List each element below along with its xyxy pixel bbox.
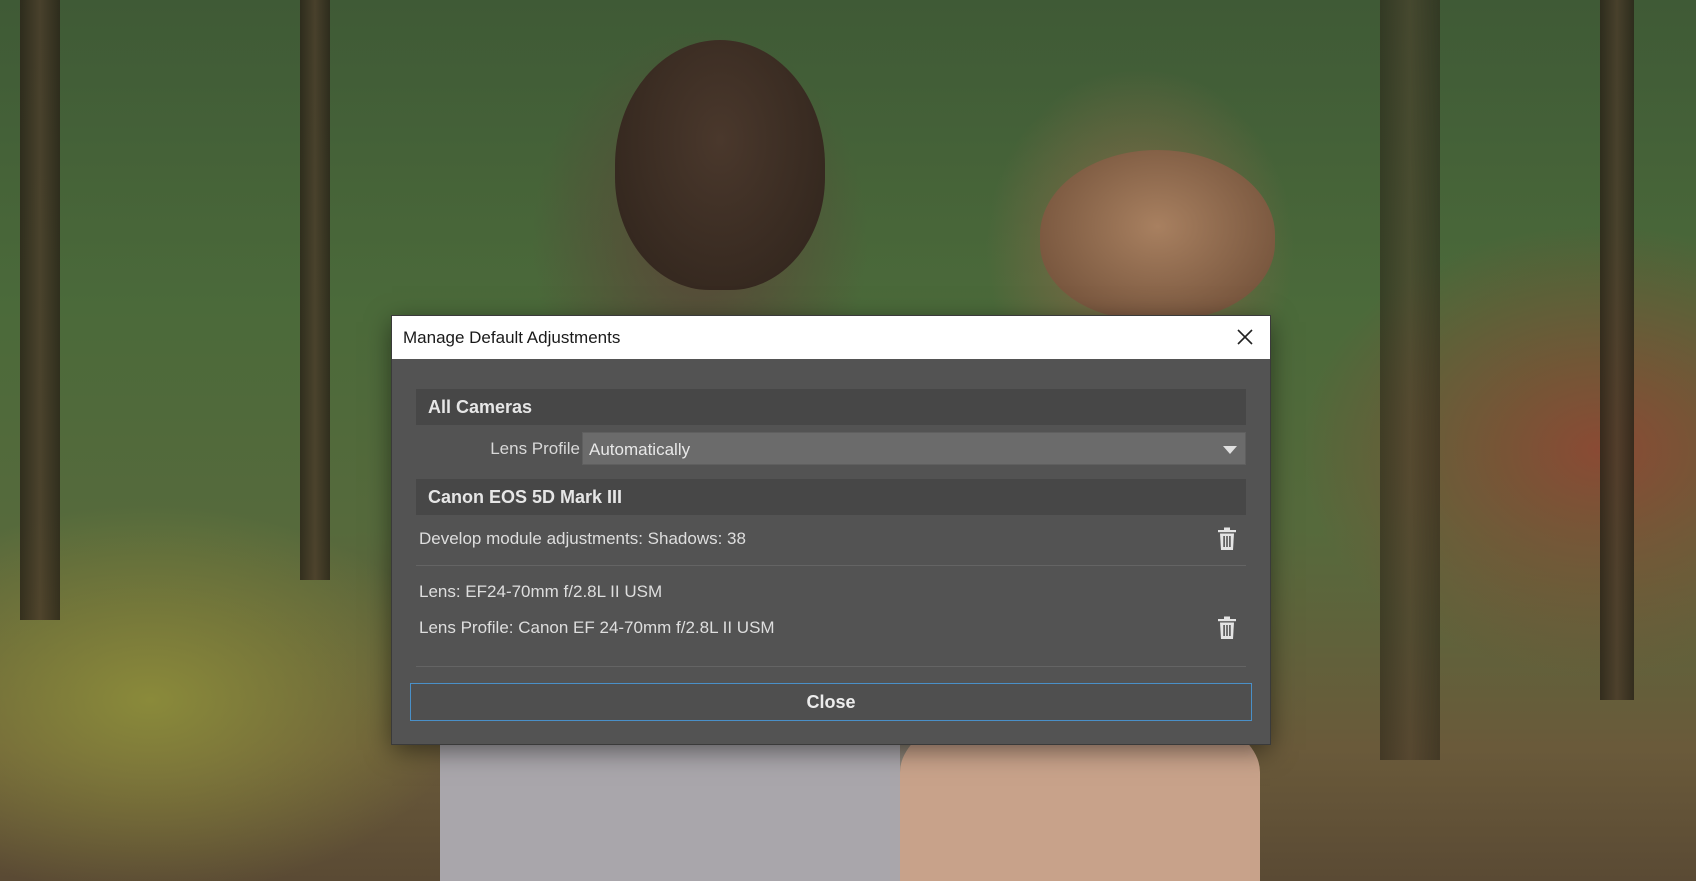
divider	[416, 666, 1246, 667]
tree-trunk	[1600, 0, 1634, 700]
lens-profile-label: Lens Profile	[490, 439, 580, 458]
camera-header: Canon EOS 5D Mark III	[416, 479, 1246, 515]
close-icon[interactable]	[1230, 322, 1260, 352]
all-cameras-header: All Cameras	[416, 389, 1246, 425]
tree-trunk	[300, 0, 330, 580]
dialog-titlebar: Manage Default Adjustments	[392, 316, 1270, 359]
entry-line: Lens: EF24-70mm f/2.8L II USM	[419, 582, 663, 601]
dialog-title: Manage Default Adjustments	[403, 328, 621, 347]
tree-trunk	[20, 0, 60, 620]
woman-head	[1040, 150, 1275, 320]
tree-trunk	[1380, 0, 1440, 760]
lens-profile-value: Automatically	[589, 440, 691, 459]
trash-icon[interactable]	[1217, 616, 1237, 640]
man-suit	[440, 740, 900, 881]
lens-profile-dropdown[interactable]: Automatically	[582, 432, 1246, 465]
manage-default-adjustments-dialog: Manage Default Adjustments All Cameras L…	[392, 316, 1270, 744]
entry-line: Develop module adjustments: Shadows: 38	[419, 529, 746, 548]
chevron-down-icon	[1223, 446, 1237, 454]
trash-icon[interactable]	[1217, 527, 1237, 551]
close-button[interactable]: Close	[410, 683, 1252, 721]
lens-profile-row: Lens Profile Automatically	[416, 432, 1246, 466]
divider	[416, 565, 1246, 566]
man-head	[615, 40, 825, 290]
entry-line: Lens Profile: Canon EF 24-70mm f/2.8L II…	[419, 618, 775, 637]
